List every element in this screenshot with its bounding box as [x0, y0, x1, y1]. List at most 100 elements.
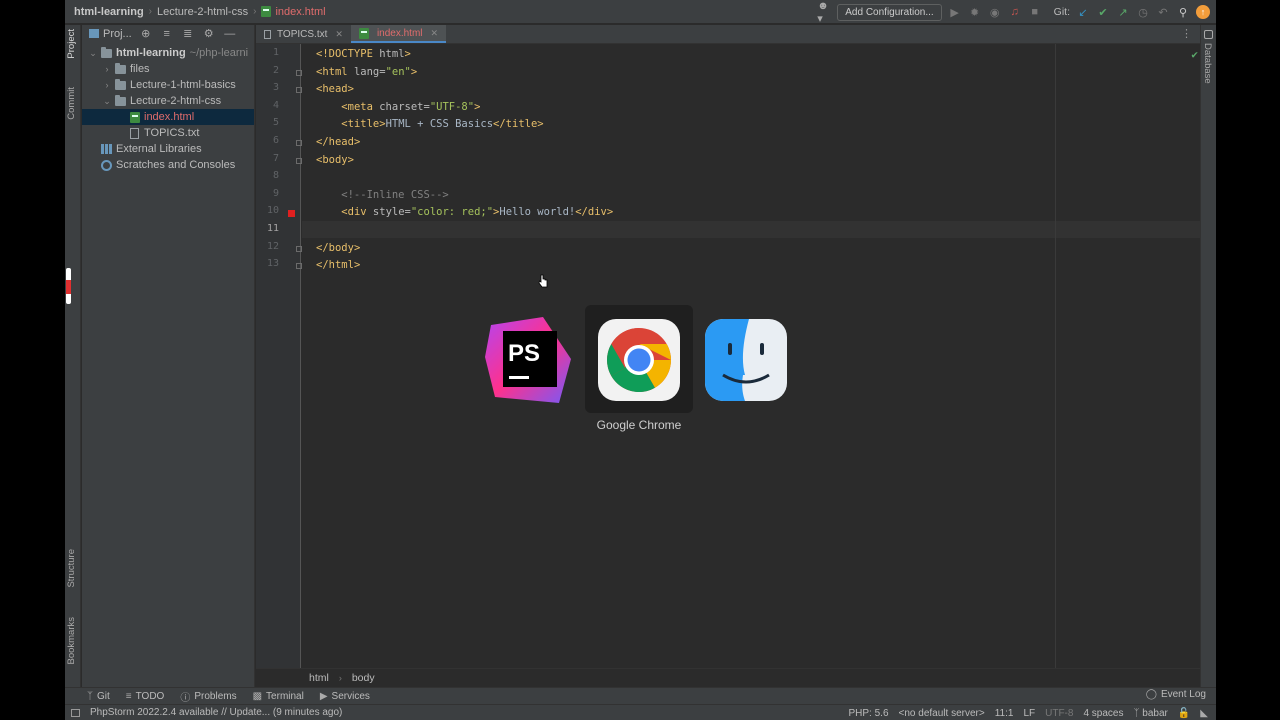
search-icon[interactable]: ⚲: [1176, 5, 1190, 19]
line-number[interactable]: 11: [256, 223, 279, 234]
code-line[interactable]: <!--Inline CSS-->: [316, 188, 448, 202]
event-log-button[interactable]: ◯ Event Log: [1146, 689, 1206, 700]
indent-setting[interactable]: 4 spaces: [1083, 708, 1123, 719]
line-number[interactable]: 7: [256, 153, 279, 164]
breakpoint-icon[interactable]: [288, 210, 295, 218]
breadcrumb-project[interactable]: html-learning: [74, 6, 144, 18]
stop-icon[interactable]: ■: [1028, 5, 1042, 19]
code-line[interactable]: <title>HTML + CSS Basics</title>: [316, 117, 543, 131]
status-message[interactable]: PhpStorm 2022.2.4 available // Update...…: [90, 707, 342, 718]
collapse-all-icon[interactable]: ≣: [181, 27, 195, 41]
commit-toolwindow-tab[interactable]: Commit: [66, 87, 77, 120]
fold-marker-icon[interactable]: [296, 87, 302, 94]
code-line[interactable]: <html lang="en">: [316, 65, 417, 79]
chevron-right-icon[interactable]: ›: [102, 64, 112, 74]
code-line[interactable]: </html>: [316, 258, 360, 272]
project-view-selector[interactable]: Proj...: [89, 28, 132, 40]
more-icon[interactable]: ⋮: [1181, 27, 1192, 40]
phpstorm-app-icon[interactable]: PS: [485, 317, 571, 403]
tree-item-topics-txt[interactable]: TOPICS.txt: [82, 125, 254, 141]
close-icon[interactable]: ✕: [335, 29, 343, 40]
breadcrumb-folder[interactable]: Lecture-2-html-css: [157, 6, 248, 18]
code-line[interactable]: <div style="color: red;">Hello world!</d…: [316, 205, 613, 219]
profile-icon[interactable]: ♫: [1008, 5, 1022, 19]
structure-toolwindow-tab[interactable]: Structure: [66, 549, 77, 588]
default-server[interactable]: <no default server>: [899, 708, 985, 719]
services-toolwindow-button[interactable]: ▶ Services: [320, 691, 370, 702]
close-icon[interactable]: ✕: [431, 28, 439, 39]
breadcrumb-file[interactable]: index.html: [275, 6, 325, 18]
run-icon[interactable]: ▶: [948, 5, 962, 19]
history-icon[interactable]: ◷: [1136, 5, 1150, 19]
debug-icon[interactable]: ✹: [968, 5, 982, 19]
tab-topics-txt[interactable]: TOPICS.txt ✕: [256, 25, 351, 43]
gear-icon[interactable]: ⚙: [202, 27, 216, 41]
no-problems-icon[interactable]: ✔: [1191, 48, 1198, 61]
file-encoding[interactable]: UTF-8: [1045, 708, 1073, 719]
fold-marker-icon[interactable]: [296, 140, 302, 146]
tab-index-html[interactable]: index.html ✕: [350, 25, 447, 43]
database-icon[interactable]: [1204, 30, 1213, 39]
tree-item-files[interactable]: › files: [82, 61, 254, 77]
database-toolwindow-tab[interactable]: Database: [1202, 43, 1213, 84]
fold-marker-icon[interactable]: [296, 263, 302, 270]
code-line[interactable]: <!DOCTYPE html>: [316, 47, 411, 61]
code-line[interactable]: </body>: [316, 241, 360, 255]
chevron-down-icon[interactable]: ⌄: [102, 96, 112, 107]
git-push-icon[interactable]: ↗: [1116, 5, 1130, 19]
line-number[interactable]: 6: [256, 135, 279, 146]
update-notification-icon[interactable]: ↑: [1196, 5, 1210, 19]
git-branch[interactable]: ᛉ babar: [1133, 708, 1167, 719]
hide-panel-icon[interactable]: —: [223, 27, 237, 41]
git-toolwindow-button[interactable]: ᛉ Git: [87, 691, 110, 702]
tree-item-scratches[interactable]: Scratches and Consoles: [82, 157, 254, 173]
code-line[interactable]: </head>: [316, 135, 360, 149]
add-configuration-button[interactable]: Add Configuration...: [837, 3, 942, 21]
line-number[interactable]: 9: [256, 188, 279, 199]
line-number[interactable]: 2: [256, 65, 279, 76]
line-number[interactable]: 3: [256, 82, 279, 93]
line-number[interactable]: 8: [256, 170, 279, 181]
line-number[interactable]: 13: [256, 258, 279, 269]
line-separator[interactable]: LF: [1023, 708, 1035, 719]
tree-item-index-html[interactable]: index.html: [82, 109, 254, 125]
tree-item-html-learning[interactable]: ⌄ html-learning ~/php-learni: [82, 45, 254, 61]
lock-icon[interactable]: 🔓: [1178, 708, 1190, 719]
caret-position[interactable]: 11:1: [995, 708, 1014, 719]
line-number[interactable]: 1: [256, 47, 279, 58]
breadcrumb-html[interactable]: html: [309, 672, 329, 684]
coverage-icon[interactable]: ◉: [988, 5, 1002, 19]
chevron-right-icon[interactable]: ›: [102, 80, 112, 90]
fold-marker-icon[interactable]: [296, 157, 302, 164]
git-update-icon[interactable]: ↙: [1076, 5, 1090, 19]
code-line[interactable]: <body>: [316, 153, 354, 167]
git-commit-icon[interactable]: ✔: [1096, 5, 1110, 19]
line-number[interactable]: 10: [256, 205, 279, 216]
breadcrumb-body[interactable]: body: [352, 672, 375, 684]
user-icon[interactable]: ☻▾: [817, 0, 831, 25]
project-toolwindow-tab[interactable]: Project: [66, 29, 77, 59]
chevron-down-icon[interactable]: ⌄: [88, 48, 98, 59]
php-version[interactable]: PHP: 5.6: [849, 708, 889, 719]
locate-icon[interactable]: ⊕: [139, 27, 153, 41]
line-number[interactable]: 4: [256, 100, 279, 111]
line-number[interactable]: 12: [256, 241, 279, 252]
finder-app-icon[interactable]: [703, 317, 789, 403]
expand-all-icon[interactable]: ≡: [160, 27, 174, 41]
tree-item-lecture-1[interactable]: › Lecture-1-html-basics: [82, 77, 254, 93]
problems-toolwindow-button[interactable]: ⓘ Problems: [180, 689, 236, 704]
panel-toggle-icon[interactable]: [71, 708, 80, 717]
code-line[interactable]: <head>: [316, 82, 354, 96]
fold-marker-icon[interactable]: [296, 245, 302, 252]
todo-toolwindow-button[interactable]: ≡ TODO: [126, 691, 165, 702]
line-number[interactable]: 5: [256, 117, 279, 128]
fold-marker-icon[interactable]: [296, 69, 302, 76]
memory-indicator-icon[interactable]: ◣: [1200, 708, 1208, 719]
terminal-toolwindow-button[interactable]: ▩ Terminal: [253, 691, 304, 702]
bookmarks-toolwindow-tab[interactable]: Bookmarks: [66, 617, 77, 665]
tree-item-lecture-2[interactable]: ⌄ Lecture-2-html-css: [82, 93, 254, 109]
code-line[interactable]: <meta charset="UTF-8">: [316, 100, 480, 114]
rollback-icon[interactable]: ↶: [1156, 5, 1170, 19]
tree-item-external-libraries[interactable]: External Libraries: [82, 141, 254, 157]
chrome-app-icon[interactable]: [596, 317, 682, 403]
